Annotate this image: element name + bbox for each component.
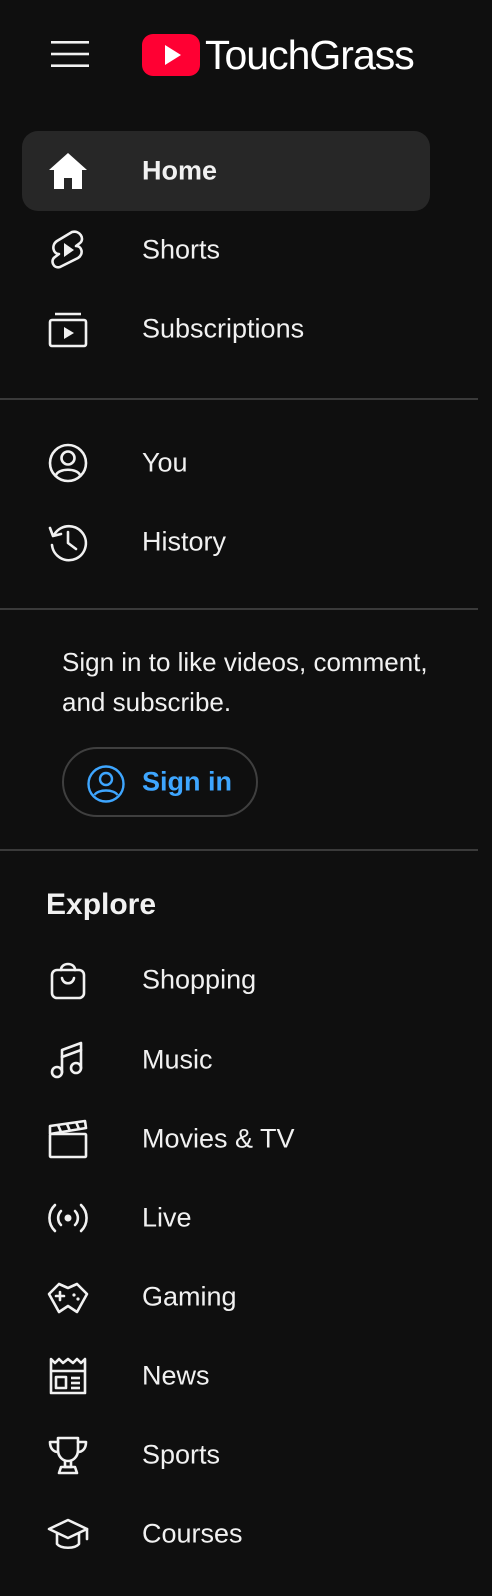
nav-label-subscriptions: Subscriptions xyxy=(142,313,305,344)
touchgrass-logo[interactable]: TouchGrass xyxy=(142,30,415,80)
hamburger-menu-icon xyxy=(51,41,89,67)
nav-item-music[interactable]: Music xyxy=(22,1020,430,1100)
nav-item-courses[interactable]: Courses xyxy=(22,1494,430,1574)
shorts-icon xyxy=(47,229,89,271)
nav-label-live: Live xyxy=(142,1202,192,1233)
nav-label-courses: Courses xyxy=(142,1518,243,1549)
graduation-cap-icon xyxy=(47,1513,89,1555)
menu-button[interactable] xyxy=(36,28,104,80)
shopping-bag-icon xyxy=(47,959,89,1001)
nav-label-gaming: Gaming xyxy=(142,1281,237,1312)
nav-label-music: Music xyxy=(142,1044,213,1075)
top-bar: TouchGrass xyxy=(0,0,492,108)
home-icon xyxy=(47,150,89,192)
nav-item-shopping[interactable]: Shopping xyxy=(22,940,430,1020)
nav-label-movies: Movies & TV xyxy=(142,1123,295,1154)
nav-item-movies[interactable]: Movies & TV xyxy=(22,1099,430,1179)
nav-label-home: Home xyxy=(142,155,218,186)
logo-text: TouchGrass xyxy=(205,31,415,78)
nav-item-news[interactable]: News xyxy=(22,1336,430,1416)
game-controller-icon xyxy=(47,1276,89,1318)
nav-item-you[interactable]: You xyxy=(22,423,430,503)
nav-label-news: News xyxy=(142,1360,210,1391)
nav-label-history: History xyxy=(142,526,227,557)
account-icon xyxy=(87,765,125,803)
divider xyxy=(0,849,478,851)
history-icon xyxy=(47,521,89,563)
account-icon xyxy=(47,442,89,484)
play-logo-icon xyxy=(142,34,200,76)
clapperboard-icon xyxy=(47,1118,89,1160)
newspaper-icon xyxy=(47,1355,89,1397)
nav-item-home[interactable]: Home xyxy=(22,131,430,211)
subscriptions-icon xyxy=(47,308,89,350)
music-note-icon xyxy=(47,1039,89,1081)
live-broadcast-icon xyxy=(47,1197,89,1239)
nav-item-history[interactable]: History xyxy=(22,502,430,582)
nav-item-sports[interactable]: Sports xyxy=(22,1415,430,1495)
nav-label-you: You xyxy=(142,447,188,478)
divider xyxy=(0,398,478,400)
nav-label-shorts: Shorts xyxy=(142,234,221,265)
divider xyxy=(0,608,478,610)
nav-item-gaming[interactable]: Gaming xyxy=(22,1257,430,1337)
signin-prompt: Sign in to like videos, comment, and sub… xyxy=(62,647,428,717)
signin-button[interactable]: Sign in xyxy=(62,747,258,817)
nav-label-sports: Sports xyxy=(142,1439,221,1470)
nav-item-subscriptions[interactable]: Subscriptions xyxy=(22,289,430,369)
trophy-icon xyxy=(47,1434,89,1476)
explore-heading: Explore xyxy=(46,888,157,921)
nav-item-shorts[interactable]: Shorts xyxy=(22,210,430,290)
nav-item-live[interactable]: Live xyxy=(22,1178,430,1258)
nav-label-shopping: Shopping xyxy=(142,964,257,995)
signin-button-label: Sign in xyxy=(142,766,232,797)
